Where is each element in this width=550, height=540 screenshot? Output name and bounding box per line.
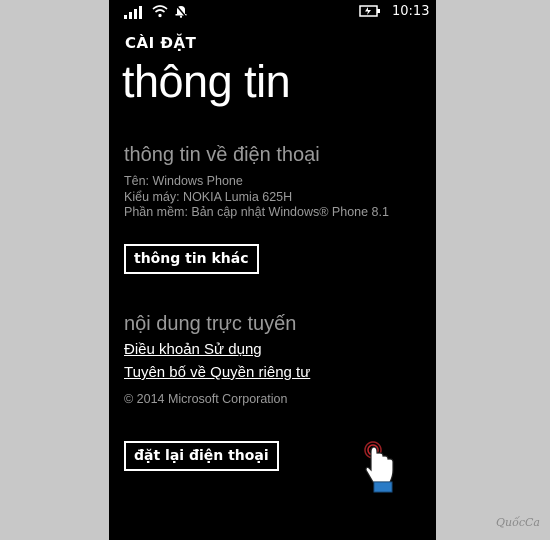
phone-name-line: Tên: Windows Phone — [124, 174, 243, 188]
phone-model-line: Kiểu máy: NOKIA Lumia 625H — [124, 190, 293, 204]
app-title: CÀI ĐẶT — [125, 34, 197, 52]
more-info-button[interactable]: thông tin khác — [124, 244, 259, 274]
phone-screen: 10:13 CÀI ĐẶT thông tin thông tin về điệ… — [109, 0, 436, 540]
battery-charging-icon — [359, 5, 380, 17]
reset-phone-button[interactable]: đặt lại điện thoại — [124, 441, 279, 471]
online-content-heading: nội dung trực tuyến — [124, 313, 297, 335]
copyright-text: © 2014 Microsoft Corporation — [124, 392, 288, 406]
watermark: QuốcCa — [496, 516, 540, 529]
page-title: thông tin — [122, 56, 291, 107]
terms-of-use-link[interactable]: Điều khoản Sử dụng — [124, 341, 262, 358]
phone-software-line: Phần mềm: Bản cập nhật Windows® Phone 8.… — [124, 205, 389, 219]
wifi-icon — [152, 5, 168, 18]
status-bar: 10:13 — [109, 0, 436, 24]
phone-info-heading: thông tin về điện thoại — [124, 144, 320, 166]
privacy-statement-link[interactable]: Tuyên bố về Quyền riêng tư — [124, 364, 310, 381]
bell-off-icon — [175, 4, 187, 18]
pointing-hand-icon — [364, 441, 394, 493]
signal-icon — [124, 6, 142, 19]
status-time: 10:13 — [392, 4, 430, 19]
